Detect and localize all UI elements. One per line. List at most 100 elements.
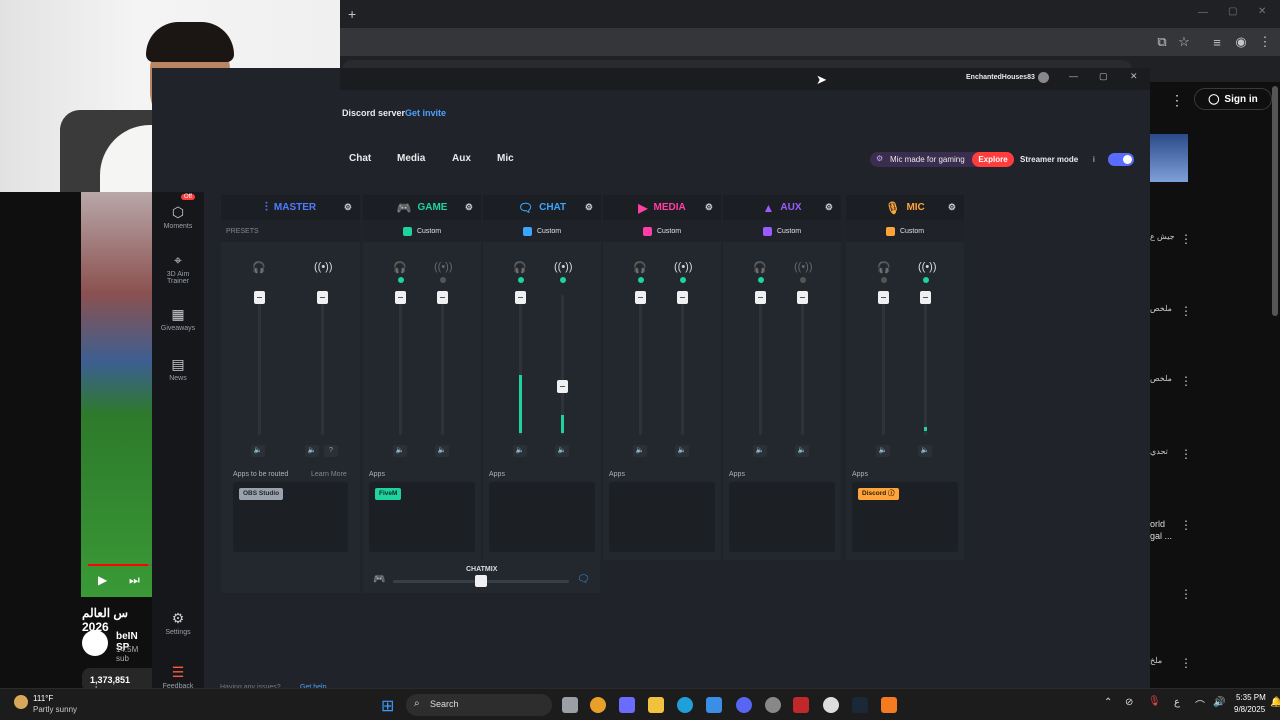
sidebar-item-news[interactable]: ▤ News (152, 356, 204, 382)
slider-handle[interactable] (797, 291, 808, 304)
network-off-icon[interactable]: ⊘ (1125, 697, 1133, 708)
slider-handle[interactable] (677, 291, 688, 304)
apps-dropzone[interactable]: Discord ⓘ (852, 482, 958, 552)
gear-icon[interactable]: ⚙ (585, 202, 593, 213)
minimize-window-button[interactable]: — (1198, 7, 1208, 18)
more-icon[interactable]: ⋮ (1170, 92, 1184, 109)
chevron-up-icon[interactable]: ⌃ (1104, 697, 1112, 708)
mute-icon[interactable]: 🔈 (633, 445, 647, 457)
more-icon[interactable]: ⋮ (1180, 232, 1192, 246)
notification-icon[interactable]: 🔔 (1270, 697, 1280, 708)
play-icon[interactable]: ▶ (98, 573, 107, 587)
chrome-icon[interactable] (590, 697, 606, 713)
mute-icon[interactable]: 🔈 (753, 445, 767, 457)
mute-icon[interactable]: 🔈 (555, 445, 569, 457)
chatmix-handle[interactable] (475, 575, 487, 587)
store-icon[interactable] (706, 697, 722, 713)
scrollbar[interactable] (1272, 86, 1278, 316)
preset-selector[interactable]: Custom (723, 220, 841, 242)
language-indicator[interactable]: ع (1174, 697, 1180, 708)
volume-slider[interactable] (681, 295, 684, 435)
sidebar-item-moments[interactable]: ⬡ Moments (152, 204, 204, 230)
close-app-button[interactable]: ✕ (1130, 71, 1138, 82)
mute-icon[interactable]: 🔈 (675, 445, 689, 457)
preset-selector[interactable]: Custom (363, 220, 481, 242)
learn-more-link[interactable]: Learn More (311, 471, 347, 478)
mute-icon[interactable]: 🔈 (513, 445, 527, 457)
tab-mic[interactable]: Mic (497, 153, 514, 164)
slider-handle[interactable] (557, 380, 568, 393)
task-view-icon[interactable] (562, 697, 578, 713)
slider-handle[interactable] (878, 291, 889, 304)
clock-date[interactable]: 9/8/2025 (1234, 705, 1265, 714)
apps-dropzone[interactable]: FiveM (369, 482, 475, 552)
volume-slider[interactable] (801, 295, 804, 435)
slider-handle[interactable] (755, 291, 766, 304)
install-icon[interactable]: ⧉ (1152, 32, 1172, 52)
next-icon[interactable]: ⏭ (129, 573, 140, 588)
slider-handle[interactable] (395, 291, 406, 304)
video-progress[interactable] (88, 564, 152, 566)
video-player[interactable] (81, 192, 152, 597)
volume-slider[interactable] (882, 295, 885, 435)
capcut-icon[interactable] (793, 697, 809, 713)
volume-slider[interactable] (561, 295, 564, 435)
more-icon[interactable]: ⋮ (1180, 374, 1192, 388)
more-icon[interactable]: ⋮ (1180, 587, 1192, 601)
app-chip-obs[interactable]: OBS Studio (239, 488, 284, 500)
video-title[interactable]: جيش ع (1150, 232, 1175, 241)
star-icon[interactable]: ☆ (1174, 32, 1194, 52)
profile-icon[interactable]: ◉ (1231, 32, 1251, 52)
file-explorer-icon[interactable] (648, 697, 664, 713)
volume-slider[interactable] (321, 295, 324, 435)
more-icon[interactable]: ⋮ (1180, 447, 1192, 461)
user-avatar[interactable] (1038, 72, 1049, 83)
sidebar-item-feedback[interactable]: ☰ Feedback (152, 664, 204, 690)
steam-icon[interactable] (852, 697, 868, 713)
tab-aux[interactable]: Aux (452, 153, 471, 164)
app-icon[interactable] (881, 697, 897, 713)
weather-text[interactable]: Partly sunny (33, 705, 77, 714)
copilot-icon[interactable] (619, 697, 635, 713)
gear-icon[interactable]: ⚙ (344, 202, 352, 213)
apps-dropzone[interactable] (729, 482, 835, 552)
video-title[interactable]: تحدي (1150, 447, 1168, 456)
volume-slider[interactable] (924, 295, 927, 435)
mute-icon[interactable]: 🔈 (795, 445, 809, 457)
app-chip-fivem[interactable]: FiveM (375, 488, 402, 500)
close-window-button[interactable]: ✕ (1258, 6, 1266, 17)
windows-start-icon[interactable]: ⊞ (381, 696, 394, 716)
sign-in-button[interactable]: ◯ Sign in (1194, 88, 1272, 110)
mic-icon[interactable]: 🎙 (1148, 696, 1161, 707)
wifi-icon[interactable]: ⌒ (1195, 697, 1205, 712)
volume-slider[interactable] (258, 295, 261, 435)
video-title[interactable]: ملخص (1150, 374, 1172, 383)
volume-slider[interactable] (399, 295, 402, 435)
video-title[interactable]: ملخ (1150, 656, 1162, 665)
apps-dropzone[interactable] (609, 482, 715, 552)
video-thumbnail[interactable] (1150, 134, 1188, 182)
mute-icon[interactable]: 🔈 (918, 445, 932, 457)
more-icon[interactable]: ⋮ (1180, 656, 1192, 670)
gear-icon[interactable]: ⚙ (705, 202, 713, 213)
sidebar-item-aim-trainer[interactable]: ⌖ 3D Aim Trainer (152, 252, 204, 285)
mute-icon[interactable]: 🔈 (305, 445, 319, 457)
apps-dropzone[interactable] (489, 482, 595, 552)
menu-icon[interactable]: ⋮ (1255, 32, 1275, 52)
channel-avatar[interactable] (82, 630, 108, 656)
mute-icon[interactable]: 🔈 (435, 445, 449, 457)
slider-handle[interactable] (920, 291, 931, 304)
edge-icon[interactable] (677, 697, 693, 713)
preset-selector[interactable]: Custom (846, 220, 964, 242)
preset-selector[interactable]: Custom (603, 220, 721, 242)
sidebar-item-giveaways[interactable]: ▦ Giveaways (152, 306, 204, 332)
app-icon[interactable] (765, 697, 781, 713)
clock-time[interactable]: 5:35 PM (1236, 693, 1266, 702)
volume-slider[interactable] (759, 295, 762, 435)
steelseries-icon[interactable] (823, 697, 839, 713)
sidebar-item-settings[interactable]: ⚙ Settings (152, 610, 204, 636)
gear-icon[interactable]: ⚙ (825, 202, 833, 213)
mute-icon[interactable]: 🔈 (393, 445, 407, 457)
minimize-app-button[interactable]: — (1069, 71, 1078, 81)
new-tab-button[interactable]: + (348, 6, 356, 22)
